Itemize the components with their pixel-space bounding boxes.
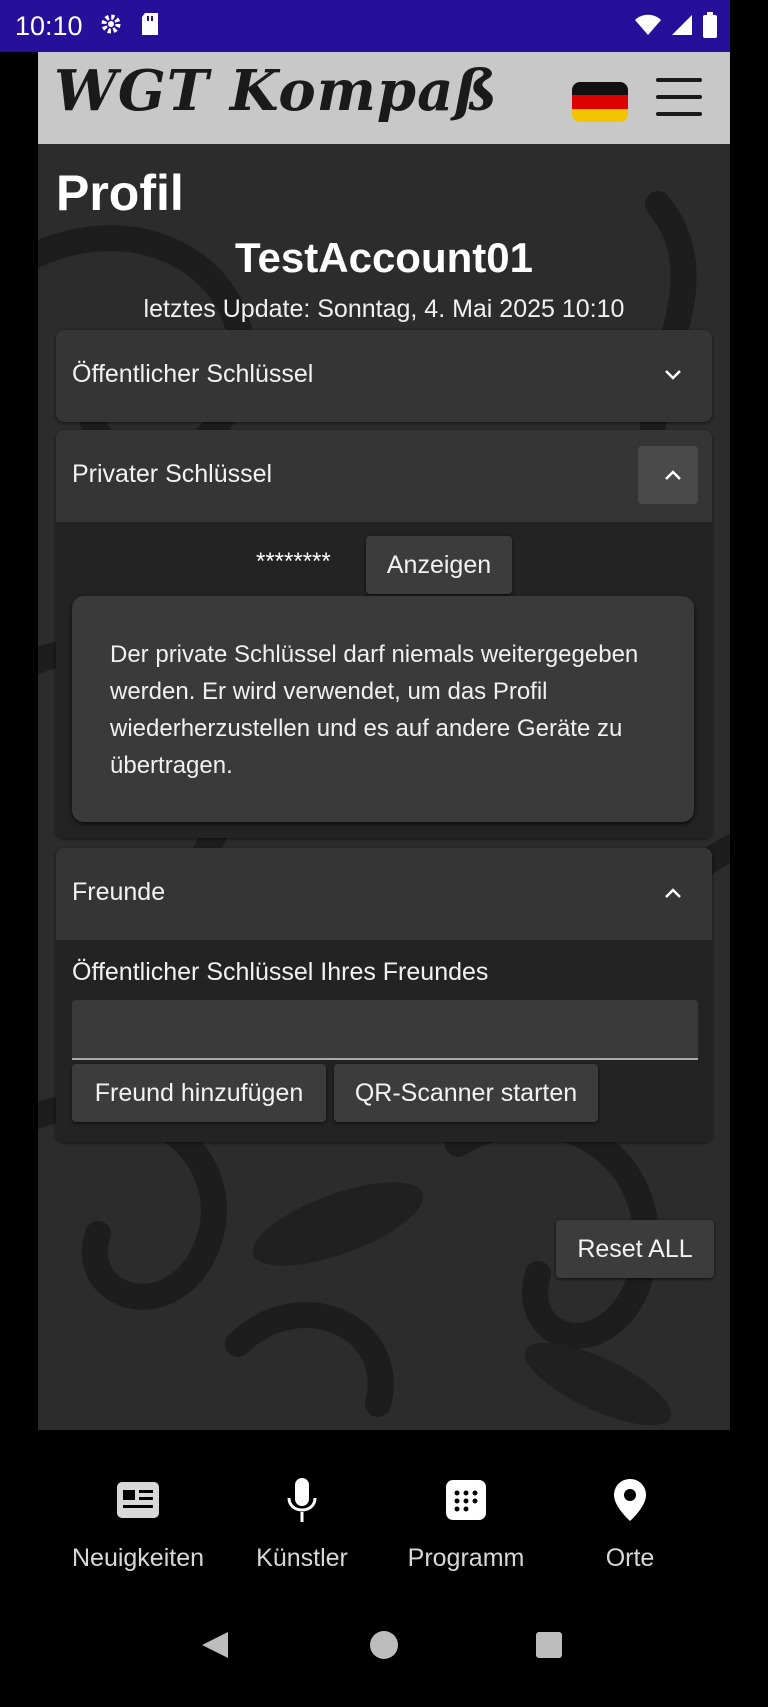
friends-title: Freunde — [72, 878, 166, 906]
nav-label-news: Neuigkeiten — [71, 1544, 205, 1572]
newspaper-icon — [56, 1474, 220, 1526]
qr-scanner-button[interactable]: QR-Scanner starten — [334, 1064, 598, 1122]
add-friend-button[interactable]: Freund hinzufügen — [72, 1064, 326, 1122]
warning-text: Der private Schlüssel darf niemals weite… — [110, 641, 639, 779]
warning-card: Der private Schlüssel darf niemals weite… — [72, 596, 694, 822]
friends-body: Öffentlicher Schlüssel Ihres Freundes Fr… — [56, 940, 712, 1142]
nav-item-news[interactable]: Neuigkeiten — [56, 1474, 220, 1573]
public-key-panel: Öffentlicher Schlüssel — [56, 330, 712, 422]
battery-icon — [702, 12, 718, 43]
private-key-title: Privater Schlüssel — [72, 460, 273, 488]
chevron-down-icon[interactable] — [664, 368, 682, 386]
friends-panel: Freunde Öffentlicher Schlüssel Ihres Fre… — [56, 848, 712, 1142]
friends-header[interactable]: Freunde — [56, 848, 712, 940]
home-icon[interactable] — [369, 1630, 399, 1665]
status-bar: 10:10 — [0, 0, 730, 52]
nav-label-artists: Künstler — [256, 1544, 348, 1572]
nav-label-program: Programm — [407, 1544, 525, 1572]
recents-icon[interactable] — [534, 1630, 564, 1665]
account-name: TestAccount01 — [235, 234, 533, 281]
nav-item-artists[interactable]: Künstler — [220, 1474, 384, 1573]
page-title: Profil — [56, 165, 184, 221]
microphone-icon — [220, 1474, 384, 1526]
private-key-header[interactable]: Privater Schlüssel — [56, 430, 712, 522]
private-key-body: ******** Anzeigen Der private Schlüssel … — [56, 522, 712, 838]
public-key-title: Öffentlicher Schlüssel — [72, 360, 314, 388]
app-header: WGT Kompaß — [38, 52, 730, 144]
signal-icon — [670, 13, 694, 42]
location-pin-icon — [548, 1474, 712, 1526]
bottom-navigation: Neuigkeiten Künstler Programm Orte — [0, 1430, 768, 1580]
germany-flag-icon[interactable] — [572, 82, 628, 122]
gear-icon — [99, 12, 123, 41]
friend-key-input[interactable] — [72, 1000, 698, 1060]
show-key-button[interactable]: Anzeigen — [366, 536, 512, 594]
hamburger-menu-icon[interactable] — [656, 78, 702, 116]
public-key-header[interactable]: Öffentlicher Schlüssel — [56, 330, 712, 422]
system-navigation-bar — [0, 1600, 768, 1707]
app-logo[interactable]: WGT Kompaß — [54, 58, 498, 124]
chevron-up-icon[interactable] — [664, 886, 682, 904]
nav-item-places[interactable]: Orte — [548, 1474, 712, 1573]
nav-label-places: Orte — [605, 1544, 655, 1572]
back-icon[interactable] — [200, 1630, 230, 1665]
app-screen: WGT Kompaß Profil TestAccount01 letztes … — [38, 52, 730, 1430]
wifi-icon — [634, 13, 662, 42]
sd-card-icon — [139, 12, 161, 41]
nav-item-program[interactable]: Programm — [384, 1474, 548, 1573]
masked-private-key: ******** — [256, 548, 331, 575]
last-update-text: letztes Update: Sonntag, 4. Mai 2025 10:… — [143, 295, 625, 323]
reset-all-button[interactable]: Reset ALL — [556, 1220, 714, 1278]
chevron-up-icon[interactable] — [664, 468, 682, 486]
private-key-panel: Privater Schlüssel ******** Anzeigen Der… — [56, 430, 712, 838]
friend-key-label: Öffentlicher Schlüssel Ihres Freundes — [72, 958, 489, 986]
calendar-grid-icon — [384, 1474, 548, 1526]
status-time: 10:10 — [15, 10, 83, 41]
